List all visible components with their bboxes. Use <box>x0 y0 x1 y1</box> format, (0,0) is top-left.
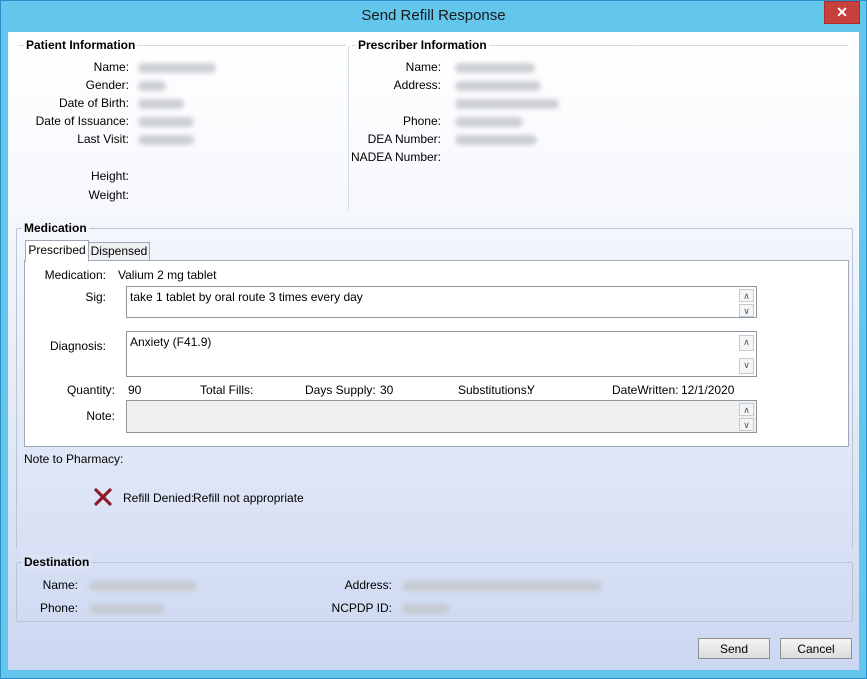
x-mark-stroke <box>94 488 112 506</box>
send-button[interactable]: Send <box>698 638 770 659</box>
note-to-pharmacy-label: Note to Pharmacy: <box>24 452 124 466</box>
prescriber-dea-value <box>455 135 537 145</box>
dialog-body: Patient Information Name: Gender: Date o… <box>8 32 859 670</box>
scroll-down-icon[interactable]: ∨ <box>739 418 754 431</box>
tab-dispensed[interactable]: Dispensed <box>88 242 150 261</box>
diagnosis-text: Anxiety (F41.9) <box>130 335 212 349</box>
patient-weight-label: Weight: <box>88 188 129 202</box>
close-button[interactable]: ✕ <box>824 1 860 24</box>
destination-section-title: Destination <box>22 555 92 569</box>
patient-dob-label: Date of Birth: <box>58 96 129 110</box>
destination-address-value <box>402 581 602 591</box>
date-written-label: DateWritten: <box>612 383 679 397</box>
quantity-label: Quantity: <box>66 383 115 397</box>
diagnosis-textbox[interactable]: Anxiety (F41.9) ∧ ∨ <box>126 331 757 377</box>
destination-ncpdp-value <box>402 604 450 614</box>
destination-phone-value <box>89 604 165 614</box>
prescribed-tab-panel: Medication: Valium 2 mg tablet Sig: take… <box>24 260 849 447</box>
patient-issuance-value <box>138 117 194 127</box>
sig-scrollbar[interactable]: ∧ ∨ <box>739 288 755 317</box>
patient-issuance-label: Date of Issuance: <box>35 114 129 128</box>
sig-text: take 1 tablet by oral route 3 times ever… <box>130 290 363 304</box>
prescriber-name-label: Name: <box>405 60 441 74</box>
days-supply-label: Days Supply: <box>305 383 376 397</box>
window-title: Send Refill Response <box>361 7 506 24</box>
scroll-down-icon[interactable]: ∨ <box>739 358 754 374</box>
scroll-up-icon[interactable]: ∧ <box>739 335 754 351</box>
refill-status-label: Refill Denied: <box>123 491 195 505</box>
scroll-down-icon[interactable]: ∨ <box>739 304 754 317</box>
date-written-value: 12/1/2020 <box>681 383 735 397</box>
destination-address-label: Address: <box>344 578 392 592</box>
days-supply-value: 30 <box>380 383 394 397</box>
diagnosis-label: Diagnosis: <box>49 339 106 353</box>
patient-last-visit-value <box>138 135 194 145</box>
medication-value: Valium 2 mg tablet <box>118 268 217 282</box>
medication-section-title: Medication <box>22 221 89 235</box>
destination-phone-label: Phone: <box>39 601 78 615</box>
prescriber-section-title: Prescriber Information <box>356 38 489 52</box>
title-bar[interactable]: Send Refill Response ✕ <box>1 1 866 32</box>
total-fills-label: Total Fills: <box>200 383 254 397</box>
substitutions-label: Substitutions: <box>458 383 531 397</box>
prescriber-name-value <box>455 63 535 73</box>
refill-status-text: Refill not appropriate <box>193 491 304 505</box>
prescriber-phone-label: Phone: <box>402 114 441 128</box>
quantity-value: 90 <box>128 383 142 397</box>
x-mark-icon <box>94 488 112 506</box>
destination-ncpdp-label: NCPDP ID: <box>331 601 392 615</box>
note-label: Note: <box>86 409 115 423</box>
diagnosis-scrollbar[interactable]: ∧ ∨ <box>739 333 755 375</box>
sig-label: Sig: <box>85 290 106 304</box>
destination-name-label: Name: <box>42 578 78 592</box>
dialog-window: Send Refill Response ✕ Patient Informati… <box>0 0 867 679</box>
note-scrollbar[interactable]: ∧ ∨ <box>739 402 755 431</box>
scroll-up-icon[interactable]: ∧ <box>739 403 754 416</box>
prescriber-address-line2 <box>455 99 559 109</box>
patient-gender-value <box>138 81 166 91</box>
prescriber-nadea-label: NADEA Number: <box>350 150 441 164</box>
cancel-button[interactable]: Cancel <box>780 638 852 659</box>
patient-section-title: Patient Information <box>24 38 138 52</box>
sig-textbox[interactable]: take 1 tablet by oral route 3 times ever… <box>126 286 757 318</box>
scroll-up-icon[interactable]: ∧ <box>739 289 754 302</box>
patient-height-label: Height: <box>90 169 129 183</box>
note-textbox[interactable]: ∧ ∨ <box>126 400 757 433</box>
patient-name-value <box>138 63 216 73</box>
prescriber-address-line1 <box>455 81 541 91</box>
patient-last-visit-label: Last Visit: <box>77 132 129 146</box>
prescriber-phone-value <box>455 117 523 127</box>
section-divider <box>348 46 349 211</box>
prescriber-address-label: Address: <box>393 78 441 92</box>
patient-dob-value <box>138 99 184 109</box>
tab-prescribed[interactable]: Prescribed <box>25 240 89 262</box>
prescriber-dea-label: DEA Number: <box>367 132 441 146</box>
substitutions-value: Y <box>527 383 536 397</box>
medication-label: Medication: <box>44 268 106 282</box>
patient-name-label: Name: <box>93 60 129 74</box>
destination-name-value <box>89 581 197 591</box>
patient-gender-label: Gender: <box>85 78 129 92</box>
